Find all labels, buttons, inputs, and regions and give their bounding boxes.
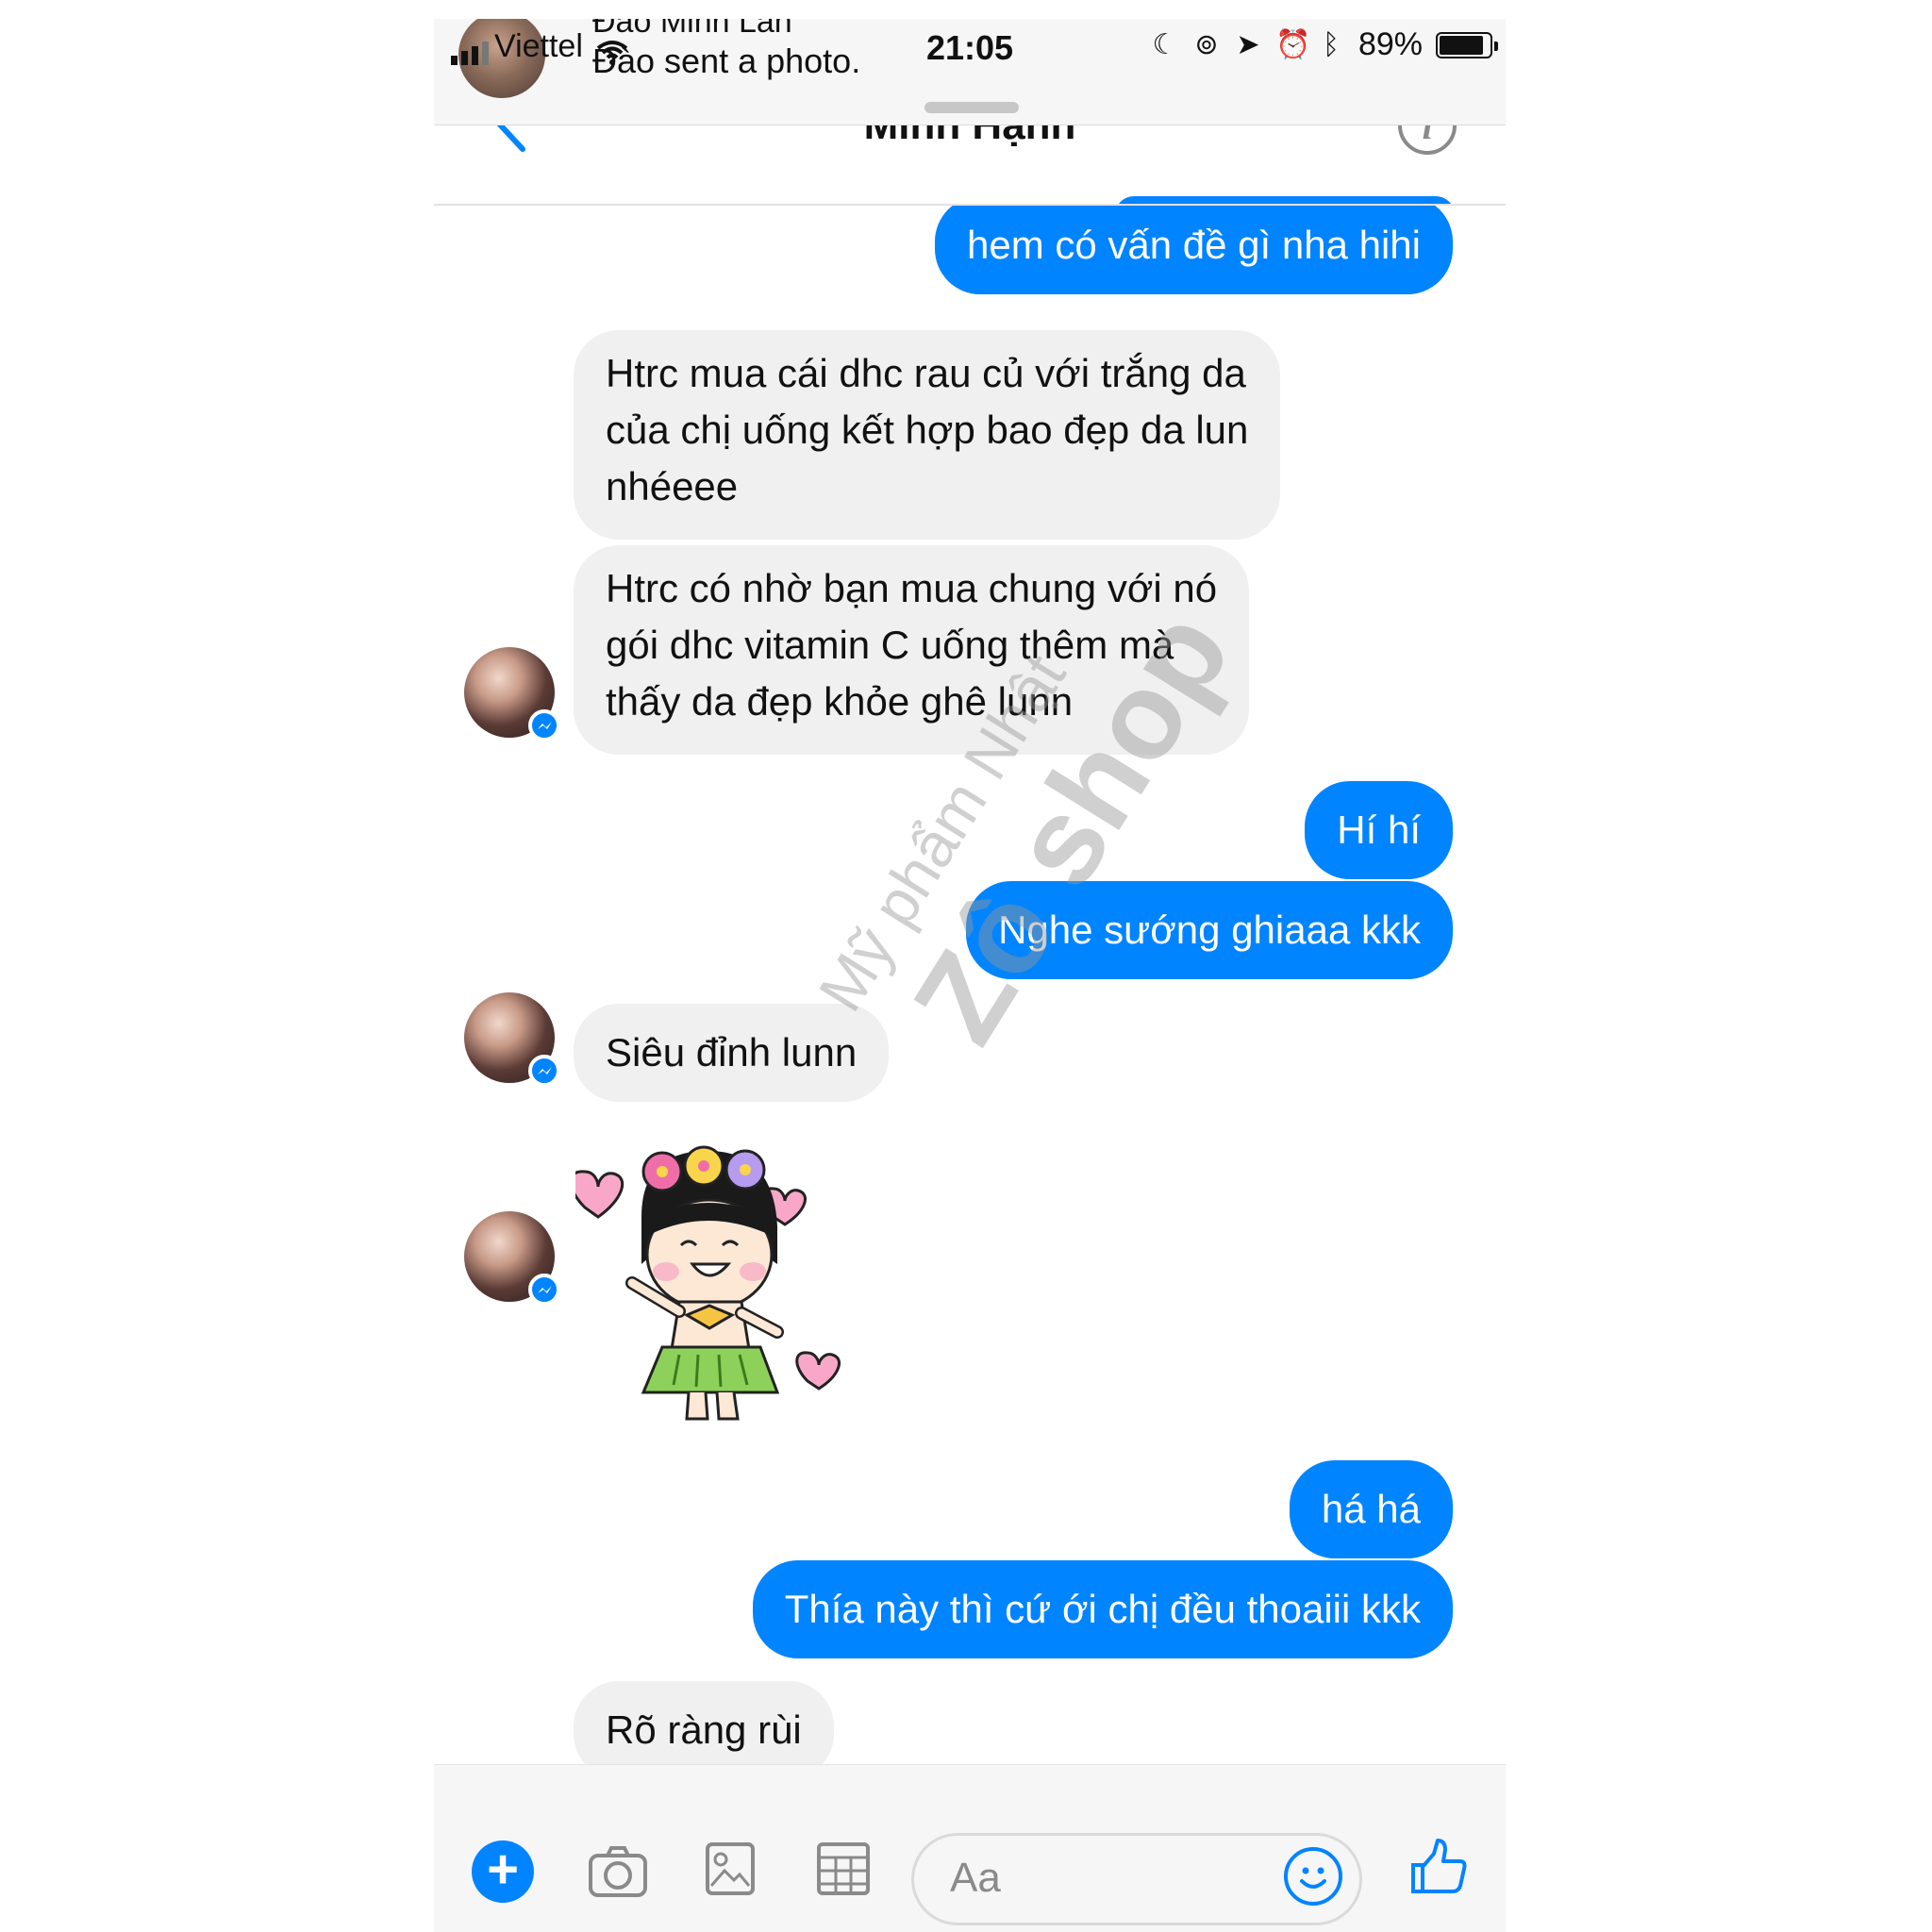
- hula-girl-sticker[interactable]: [575, 1113, 858, 1434]
- conversation-header: Minh Hạnh i: [434, 125, 1506, 206]
- message-received[interactable]: Siêu đỉnh lunn: [574, 1004, 890, 1102]
- messenger-badge-icon: [528, 709, 560, 741]
- message-composer: + Aa: [434, 1764, 1506, 1932]
- message-sent[interactable]: Nghe sướng ghiaaa kkk: [966, 881, 1453, 979]
- message-sent[interactable]: há há: [1289, 1460, 1453, 1558]
- status-icons: ☾ ⊚ ➤ ⏰ ᛒ 89%: [1151, 26, 1498, 63]
- rotation-lock-icon: ⊚: [1194, 28, 1219, 60]
- notification-banner[interactable]: Đào Minh Lan Đào sent a photo. Viettel 2…: [434, 19, 1506, 125]
- conversation-title[interactable]: Minh Hạnh: [434, 125, 1506, 149]
- bluetooth-icon: ᛒ: [1322, 28, 1340, 60]
- message-line: gói dhc vitamin C uống thêm mà: [606, 623, 1174, 667]
- sticker-grid-icon[interactable]: [815, 1840, 872, 1897]
- battery-fill: [1440, 35, 1484, 55]
- message-received[interactable]: Htrc có nhờ bạn mua chung với nó gói dhc…: [574, 545, 1250, 755]
- messenger-badge-icon: [528, 1274, 560, 1306]
- message-sent[interactable]: Thía này thì cứ ới chị đều thoaiii kkk: [752, 1560, 1453, 1658]
- alarm-icon: ⏰: [1274, 28, 1311, 60]
- message-sent[interactable]: hem có vấn đề gì nha hihi: [935, 196, 1453, 294]
- notification-grabber[interactable]: [924, 102, 1019, 113]
- contact-avatar[interactable]: [464, 992, 560, 1087]
- camera-icon[interactable]: [587, 1842, 649, 1899]
- message-received[interactable]: Htrc mua cái dhc rau củ với trắng da của…: [574, 330, 1281, 540]
- contact-avatar[interactable]: [464, 1211, 560, 1306]
- location-icon: ➤: [1236, 28, 1260, 60]
- partially-hidden-message: [1115, 196, 1455, 204]
- message-line: Htrc mua cái dhc rau củ với trắng da: [606, 351, 1246, 395]
- message-input[interactable]: Aa: [911, 1833, 1362, 1925]
- message-line: thấy da đẹp khỏe ghê lunn: [606, 679, 1074, 724]
- battery-icon: [1436, 31, 1498, 58]
- message-input-placeholder: Aa: [950, 1855, 1001, 1901]
- message-sent[interactable]: Hí hí: [1305, 781, 1453, 879]
- moon-icon: ☾: [1152, 28, 1178, 60]
- plus-icon[interactable]: +: [472, 1840, 534, 1903]
- messenger-screen: Đào Minh Lan Đào sent a photo. Viettel 2…: [434, 19, 1506, 1932]
- emoji-icon[interactable]: [1284, 1847, 1342, 1906]
- message-line: nhéeee: [606, 464, 739, 508]
- gallery-icon[interactable]: [704, 1840, 757, 1897]
- contact-avatar[interactable]: [464, 647, 560, 741]
- message-line: của chị uống kết hợp bao đẹp da lun: [606, 408, 1249, 452]
- thumbs-up-icon[interactable]: [1409, 1837, 1470, 1897]
- battery-percent: 89%: [1357, 26, 1423, 62]
- message-line: Htrc có nhờ bạn mua chung với nó: [606, 566, 1218, 610]
- info-icon[interactable]: i: [1398, 125, 1457, 155]
- messenger-badge-icon: [528, 1055, 560, 1087]
